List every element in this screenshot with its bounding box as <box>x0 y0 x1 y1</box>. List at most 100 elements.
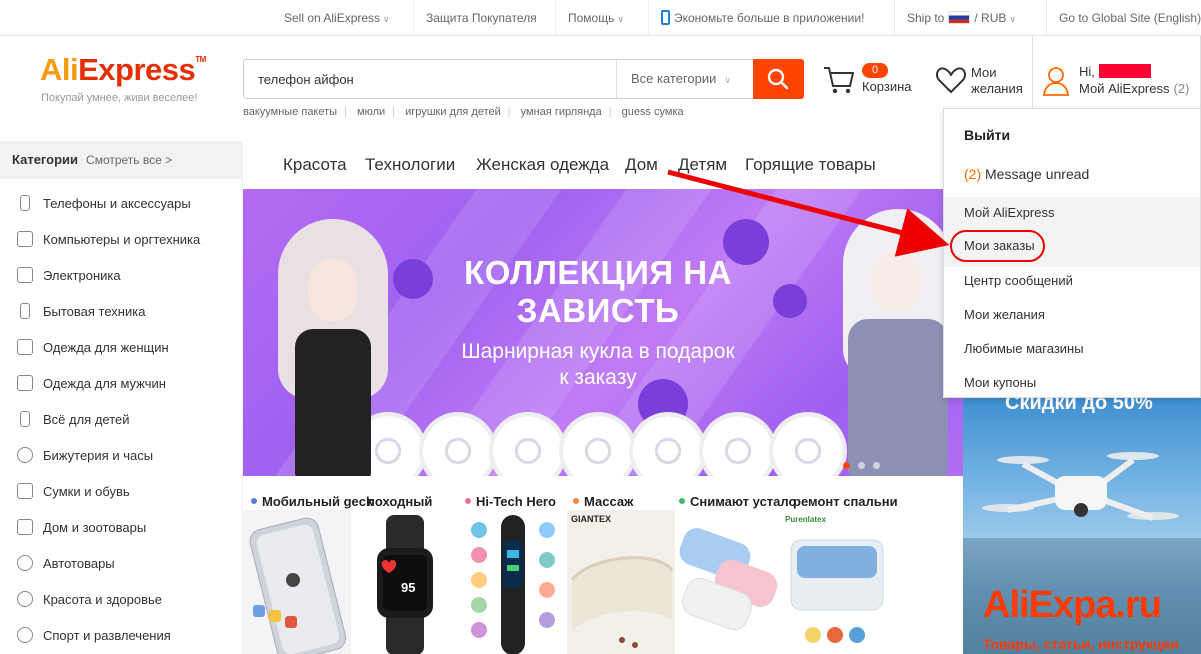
product-image-latex-pillow[interactable]: Purenlatex <box>783 510 891 654</box>
promo-banner[interactable]: КОЛЛЕКЦИЯ НА ЗАВИСТЬ Шарнирная кукла в по… <box>243 189 963 476</box>
category-item-beauty-health[interactable]: Красота и здоровье <box>0 582 243 618</box>
watermark-subtitle: Товары, статьи, инструкции <box>983 636 1179 652</box>
product-title[interactable]: походный <box>367 494 432 509</box>
nav-home[interactable]: Дом <box>625 155 658 175</box>
drone-promo[interactable]: Скидки до 50% AliExpa.ru Товары, статьи,… <box>963 398 1201 654</box>
category-item-home-pets[interactable]: Дом и зоотовары <box>0 510 243 546</box>
nav-women-clothing[interactable]: Женская одежда <box>476 155 609 175</box>
product-title[interactable]: Мобильный geck <box>251 494 373 509</box>
product-title[interactable]: ремонт спальни <box>793 494 898 509</box>
logout-link[interactable]: Выйти <box>964 127 1010 143</box>
banner-subtitle-line2: к заказу <box>559 366 637 389</box>
search-category-label: Все категории <box>631 71 717 86</box>
category-label: Электроника <box>43 268 121 283</box>
bottle-icon <box>20 411 30 427</box>
see-all-link[interactable]: Смотреть все > <box>86 153 172 167</box>
ship-to-selector[interactable]: Ship to / RUB ∨ <box>894 0 1028 36</box>
menu-item-message-center[interactable]: Центр сообщений <box>964 273 1073 288</box>
category-item-phones[interactable]: Телефоны и аксессуары <box>0 186 243 222</box>
app-promo-label: Экономьте больше в приложении! <box>674 11 865 25</box>
my-aliexpress-label: Мой AliExpress (2) <box>1079 81 1189 96</box>
global-site-link[interactable]: Go to Global Site (English) <box>1046 0 1201 36</box>
unread-messages-link[interactable]: (2) Message unread <box>964 166 1089 182</box>
product-title-text: ремонт спальни <box>793 494 898 509</box>
banner-lace <box>703 416 773 476</box>
category-item-appliances[interactable]: Бытовая техника <box>0 294 243 330</box>
hot-search-link[interactable]: умная гирлянда <box>521 106 602 118</box>
product-image-watch[interactable]: 95 <box>351 510 459 654</box>
sell-link[interactable]: Sell on AliExpress ∨ <box>272 0 402 36</box>
hot-search-link[interactable]: мюли <box>357 106 385 118</box>
hot-search-link[interactable]: guess сумка <box>622 106 684 118</box>
category-item-kids[interactable]: Всё для детей <box>0 402 243 438</box>
nav-hot-deals[interactable]: Горящие товары <box>745 155 876 175</box>
category-item-women-clothing[interactable]: Одежда для женщин <box>0 330 243 366</box>
watch-number: 95 <box>401 580 415 595</box>
menu-item-wishlist[interactable]: Мои желания <box>964 307 1045 322</box>
hot-search-link[interactable]: игрушки для детей <box>405 106 501 118</box>
category-label: Одежда для мужчин <box>43 376 166 391</box>
promo-text: Скидки до 50% <box>1005 398 1153 414</box>
account-menu[interactable]: Hi, Мой AliExpress (2) <box>1032 36 1201 112</box>
wishlist-link[interactable]: Мои желания <box>935 62 1035 102</box>
phone-icon <box>20 195 30 211</box>
ship-to-label: Ship to <box>907 11 945 25</box>
banner-pagination <box>843 456 888 474</box>
help-label: Помощь <box>568 11 615 25</box>
product-title[interactable]: Снимают устало <box>679 494 796 509</box>
category-item-computers[interactable]: Компьютеры и оргтехника <box>0 222 243 258</box>
pagination-dot[interactable] <box>873 462 880 469</box>
category-item-sports[interactable]: Спорт и развлечения <box>0 618 243 654</box>
banner-title: КОЛЛЕКЦИЯ НА ЗАВИСТЬ <box>423 254 773 330</box>
separator: | <box>608 106 612 118</box>
pagination-dot[interactable] <box>843 462 850 469</box>
product-title-text: Hi-Tech Hero <box>476 494 556 509</box>
category-label: Автотовары <box>43 556 115 571</box>
product-title[interactable]: Массаж <box>573 494 633 509</box>
menu-item-coupons[interactable]: Мои купоны <box>964 375 1036 390</box>
category-item-jewelry[interactable]: Бижутерия и часы <box>0 438 243 474</box>
menu-item-my-aliexpress[interactable]: Мой AliExpress <box>964 205 1055 220</box>
banner-lace <box>493 416 563 476</box>
product-image-phone-case[interactable] <box>243 510 351 654</box>
separator: | <box>507 106 511 118</box>
product-title[interactable]: Hi-Tech Hero <box>465 494 556 509</box>
search-input[interactable] <box>244 60 614 98</box>
bag-icon <box>17 483 33 499</box>
category-header: Категории Смотреть все > <box>0 141 243 179</box>
help-menu[interactable]: Помощь ∨ <box>555 0 636 36</box>
search-category-select[interactable]: Все категории ∨ <box>616 60 754 98</box>
product-image-foam-pillows[interactable] <box>675 510 783 654</box>
category-item-auto[interactable]: Автотовары <box>0 546 243 582</box>
fitness-band-image <box>459 510 567 654</box>
app-promo-link[interactable]: Экономьте больше в приложении! <box>648 0 876 36</box>
category-item-electronics[interactable]: Электроника <box>0 258 243 294</box>
separator: | <box>344 106 347 118</box>
category-label: Бытовая техника <box>43 304 146 319</box>
menu-item-favorite-stores[interactable]: Любимые магазины <box>964 341 1084 356</box>
nav-beauty[interactable]: Красота <box>283 155 347 175</box>
category-item-men-clothing[interactable]: Одежда для мужчин <box>0 366 243 402</box>
my-aliexpress-text: Мой AliExpress <box>1079 81 1170 96</box>
chevron-down-icon: ∨ <box>617 14 624 24</box>
logo-tm: TM <box>195 55 206 64</box>
product-image-fitness-band[interactable] <box>459 510 567 654</box>
giantex-brand: GIANTEX <box>571 514 611 524</box>
pagination-dot[interactable] <box>858 462 865 469</box>
cart-link[interactable]: 0 Корзина <box>822 62 922 102</box>
chevron-down-icon: ∨ <box>383 14 390 24</box>
phone-icon <box>661 10 670 25</box>
hot-search-link[interactable]: вакуумные пакеты <box>243 106 337 118</box>
buyer-protection-link[interactable]: Защита Покупателя <box>413 0 549 36</box>
user-icon <box>1043 67 1069 96</box>
category-item-bags-shoes[interactable]: Сумки и обувь <box>0 474 243 510</box>
category-list: Телефоны и аксессуары Компьютеры и оргте… <box>0 186 243 654</box>
category-label: Компьютеры и оргтехника <box>43 232 201 247</box>
aliexpress-logo[interactable]: AliExpressTM <box>40 52 206 88</box>
nav-technology[interactable]: Технологии <box>365 155 455 175</box>
bullet-icon <box>679 498 685 504</box>
search-button[interactable] <box>753 59 804 99</box>
nav-kids[interactable]: Детям <box>678 155 727 175</box>
product-image-pillow[interactable]: GIANTEX <box>567 510 675 654</box>
product-title-text: Массаж <box>584 494 634 509</box>
